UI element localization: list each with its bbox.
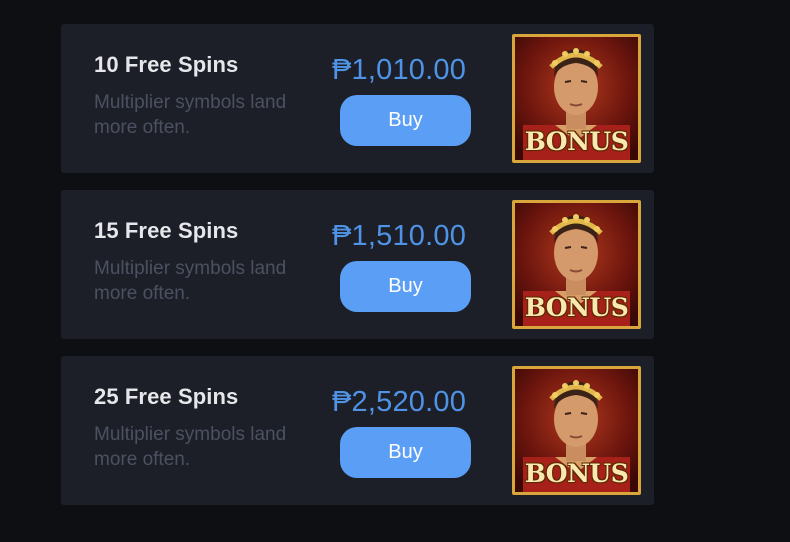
bonus-offer-card: 15 Free Spins Multiplier symbols land mo… [61, 190, 654, 339]
bonus-image-label: BONUS [524, 127, 629, 156]
offer-price: ₱1,510.00 [332, 220, 467, 252]
offer-title: 25 Free Spins [94, 384, 239, 409]
bonus-buy-list: 10 Free Spins Multiplier symbols land mo… [61, 24, 654, 522]
bonus-image-label: BONUS [524, 459, 629, 488]
bonus-offer-card: 25 Free Spins Multiplier symbols land mo… [61, 356, 654, 505]
offer-description: Multiplier symbols land more often. [94, 258, 287, 304]
bonus-image: BONUS [512, 200, 641, 329]
bonus-image-label: BONUS [524, 293, 629, 322]
buy-button[interactable]: Buy [340, 261, 471, 312]
offer-title: 10 Free Spins [94, 52, 239, 77]
buy-button[interactable]: Buy [340, 427, 471, 478]
offer-description: Multiplier symbols land more often. [94, 92, 287, 138]
bonus-image: BONUS [512, 366, 641, 495]
offer-price: ₱2,520.00 [332, 386, 467, 418]
bonus-image: BONUS [512, 34, 641, 163]
bonus-offer-card: 10 Free Spins Multiplier symbols land mo… [61, 24, 654, 173]
offer-title: 15 Free Spins [94, 218, 239, 243]
buy-button[interactable]: Buy [340, 95, 471, 146]
offer-price: ₱1,010.00 [332, 54, 467, 86]
offer-description: Multiplier symbols land more often. [94, 424, 287, 470]
